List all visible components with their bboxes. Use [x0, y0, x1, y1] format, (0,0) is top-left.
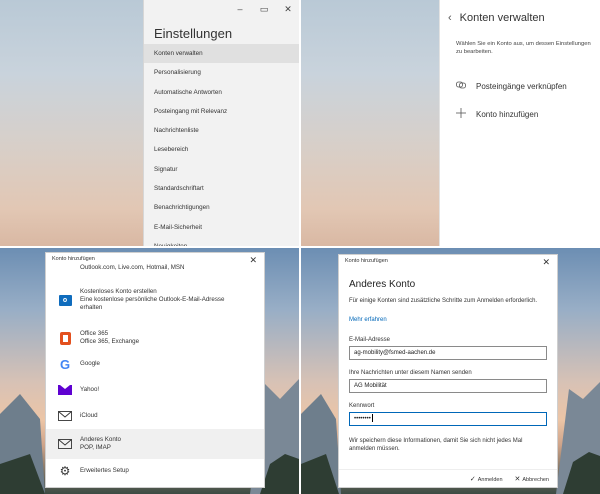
gear-icon: ⚙: [59, 464, 71, 478]
dialog-title: Konto hinzufügen: [345, 258, 388, 264]
display-name-field[interactable]: AG Mobilität: [349, 379, 547, 393]
mail-icon: [58, 437, 72, 451]
outlook-icon: o: [58, 293, 72, 307]
storage-note: Wir speichern diese Informationen, damit…: [349, 438, 523, 452]
manage-accounts-pane: ‹ Konten verwalten Wählen Sie ein Konto …: [439, 0, 600, 246]
dialog-footer: ✓ Anmelden ✕ Abbrechen: [339, 469, 557, 487]
signin-label: Anmelden: [477, 476, 503, 483]
window-controls: – ▭ ✕: [235, 4, 293, 15]
settings-item-auto-replies[interactable]: Automatische Antworten: [144, 83, 299, 102]
text-caret: [371, 414, 373, 423]
minimize-button[interactable]: –: [235, 4, 245, 15]
account-option-google[interactable]: G Google: [46, 351, 264, 377]
manage-accounts-header: ‹ Konten verwalten: [448, 12, 545, 24]
link-inboxes-button[interactable]: Posteingänge verknüpfen: [456, 80, 567, 93]
account-option-new-outlook[interactable]: o Kostenloses Konto erstellen Eine koste…: [46, 283, 264, 317]
account-option-sublabel: POP, IMAP: [80, 444, 111, 451]
account-option-label: Erweitertes Setup: [80, 467, 129, 474]
yahoo-icon: [58, 383, 72, 397]
account-option-other[interactable]: Anderes Konto POP, IMAP: [46, 429, 264, 459]
settings-item-default-font[interactable]: Standardschriftart: [144, 179, 299, 198]
settings-item-manage-accounts[interactable]: Konten verwalten: [144, 44, 299, 64]
settings-item-signature[interactable]: Signatur: [144, 160, 299, 179]
settings-item-reading-pane[interactable]: Lesebereich: [144, 140, 299, 159]
link-icon: [456, 80, 466, 93]
manage-accounts-window: ‹ Konten verwalten Wählen Sie ein Konto …: [301, 0, 600, 246]
add-account-dialog: Konto hinzufügen ✕ Outlook.com, Live.com…: [45, 252, 265, 488]
settings-title: Einstellungen: [154, 26, 233, 41]
cancel-label: Abbrechen: [522, 476, 549, 483]
link-inboxes-label: Posteingänge verknüpfen: [476, 82, 567, 91]
settings-window: – ▭ ✕ Einstellungen Konten verwalten Per…: [0, 0, 299, 246]
email-label: E-Mail-Adresse: [349, 337, 391, 343]
password-label: Kennwort: [349, 403, 375, 409]
email-field[interactable]: ag-mobility@fsmed-aachen.de: [349, 346, 547, 360]
account-option-outlook[interactable]: Outlook.com, Live.com, Hotmail, MSN: [46, 261, 264, 275]
close-button[interactable]: ✕: [283, 4, 293, 15]
settings-list: Konten verwalten Personalisierung Automa…: [144, 44, 299, 246]
account-option-sublabel: Eine kostenlose persönliche Outlook-E-Ma…: [80, 296, 225, 303]
outlook-icon: [58, 261, 72, 275]
add-account-button[interactable]: Konto hinzufügen: [456, 108, 538, 121]
display-name-label: Ihre Nachrichten unter diesem Namen send…: [349, 370, 472, 376]
learn-more-link[interactable]: Mehr erfahren: [349, 317, 387, 323]
mail-icon: [58, 409, 72, 423]
intro-text: Für einige Konten sind zusätzliche Schri…: [349, 298, 538, 304]
settings-item-message-list[interactable]: Nachrichtenliste: [144, 121, 299, 140]
settings-item-email-security[interactable]: E-Mail-Sicherheit: [144, 218, 299, 237]
other-account-window: Konto hinzufügen ✕ Anderes Konto Für ein…: [301, 248, 600, 494]
settings-pane: – ▭ ✕ Einstellungen Konten verwalten Per…: [143, 0, 299, 246]
account-option-office365[interactable]: Office 365 Office 365, Exchange: [46, 325, 264, 351]
account-option-advanced-setup[interactable]: ⚙ Erweitertes Setup: [46, 459, 264, 483]
signin-button[interactable]: ✓ Anmelden: [470, 475, 503, 483]
account-option-label: Kostenloses Konto erstellen: [80, 288, 157, 295]
settings-item-personalization[interactable]: Personalisierung: [144, 63, 299, 82]
account-option-label: Office 365: [80, 330, 109, 337]
account-option-label: Anderes Konto: [80, 436, 121, 443]
account-option-label: iCloud: [80, 412, 98, 419]
page-title: Anderes Konto: [349, 279, 416, 290]
account-option-label: Outlook.com, Live.com, Hotmail, MSN: [80, 264, 185, 271]
settings-item-notifications[interactable]: Benachrichtigungen: [144, 198, 299, 217]
password-value: ••••••••: [354, 416, 371, 422]
account-option-sublabel: Office 365, Exchange: [80, 338, 140, 345]
close-icon[interactable]: ✕: [542, 257, 550, 268]
office-icon: [58, 331, 72, 345]
account-option-icloud[interactable]: iCloud: [46, 403, 264, 429]
password-field[interactable]: ••••••••: [349, 412, 547, 426]
close-icon: ✕: [514, 475, 521, 483]
settings-item-whats-new[interactable]: Neuigkeiten: [144, 237, 299, 246]
account-type-list: Outlook.com, Live.com, Hotmail, MSN o Ko…: [46, 264, 264, 483]
account-option-yahoo[interactable]: Yahoo!: [46, 377, 264, 403]
maximize-button[interactable]: ▭: [259, 4, 269, 15]
add-account-label: Konto hinzufügen: [476, 110, 539, 119]
account-option-label: Google: [80, 360, 100, 367]
manage-accounts-description: Wählen Sie ein Konto aus, um dessen Eins…: [456, 41, 591, 55]
manage-accounts-title: Konten verwalten: [459, 12, 545, 24]
cancel-button[interactable]: ✕ Abbrechen: [515, 475, 549, 483]
google-icon: G: [59, 356, 71, 372]
account-option-sublabel: erhalten: [80, 304, 103, 311]
plus-icon: [456, 108, 466, 121]
other-account-dialog: Konto hinzufügen ✕ Anderes Konto Für ein…: [338, 254, 558, 488]
settings-item-focused-inbox[interactable]: Posteingang mit Relevanz: [144, 102, 299, 121]
account-option-label: Yahoo!: [80, 386, 100, 393]
add-account-window: Konto hinzufügen ✕ Outlook.com, Live.com…: [0, 248, 299, 494]
check-icon: ✓: [469, 475, 476, 483]
back-icon[interactable]: ‹: [448, 12, 452, 24]
